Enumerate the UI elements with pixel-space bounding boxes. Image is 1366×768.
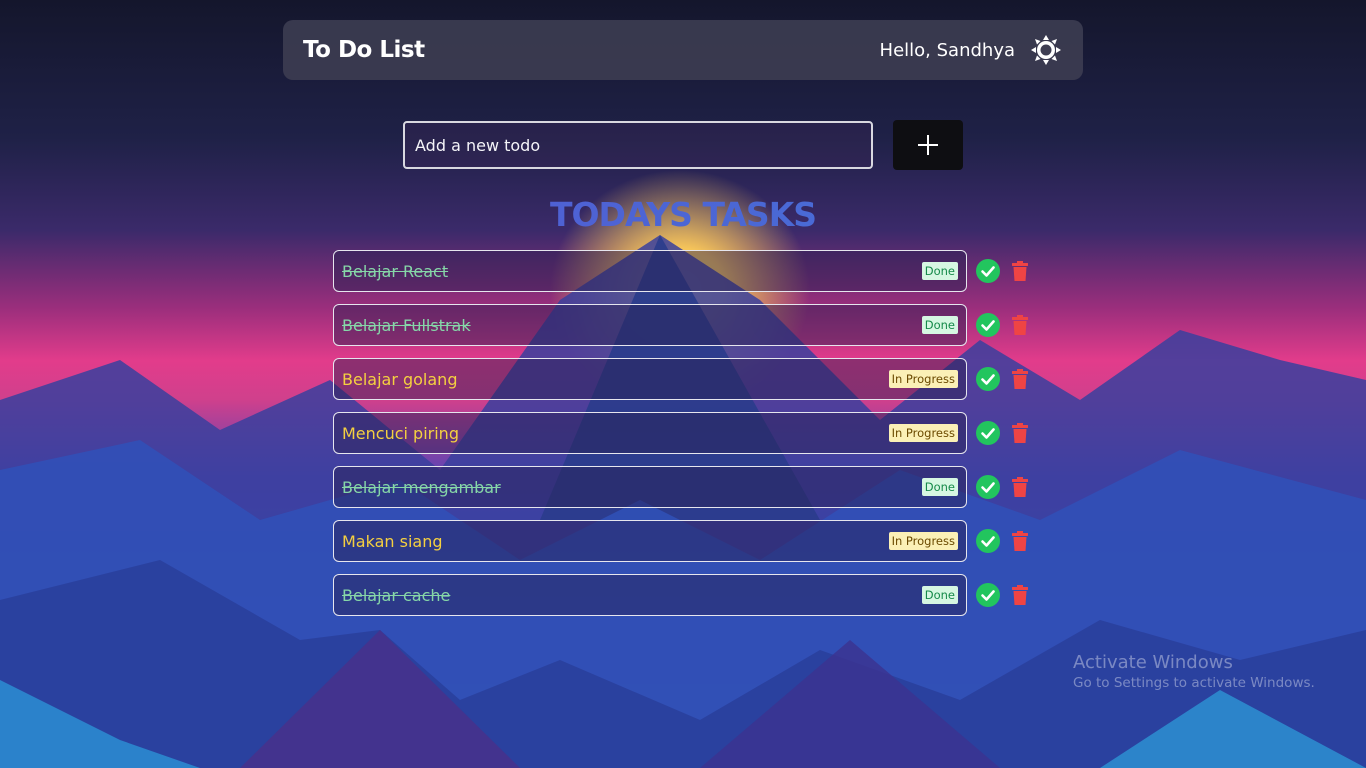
task-item[interactable]: Belajar cache Done: [333, 574, 967, 616]
delete-task-button[interactable]: [1010, 476, 1030, 498]
trash-icon: [1012, 369, 1028, 389]
task-text: Belajar cache: [342, 585, 451, 605]
check-circle-icon: [976, 421, 1000, 445]
check-circle-icon: [976, 583, 1000, 607]
task-row: Belajar golang In Progress: [333, 358, 1030, 400]
task-row: Belajar cache Done: [333, 574, 1030, 616]
check-circle-icon: [976, 529, 1000, 553]
task-item[interactable]: Belajar Fullstrak Done: [333, 304, 967, 346]
activate-windows-watermark: Activate Windows Go to Settings to activ…: [1073, 652, 1315, 691]
task-item[interactable]: Belajar mengambar Done: [333, 466, 967, 508]
trash-icon: [1012, 477, 1028, 497]
task-row: Belajar Fullstrak Done: [333, 304, 1030, 346]
status-badge: In Progress: [888, 370, 958, 388]
complete-task-button[interactable]: [975, 312, 1001, 338]
task-text: Mencuci piring: [342, 423, 459, 443]
status-badge: In Progress: [888, 424, 958, 442]
complete-task-button[interactable]: [975, 420, 1001, 446]
task-text: Belajar mengambar: [342, 477, 501, 497]
check-circle-icon: [976, 259, 1000, 283]
theme-toggle-button[interactable]: [1029, 33, 1063, 67]
delete-task-button[interactable]: [1010, 314, 1030, 336]
task-list: Belajar React Done Belajar Fullstrak Don…: [333, 250, 1030, 628]
complete-task-button[interactable]: [975, 366, 1001, 392]
task-row: Belajar React Done: [333, 250, 1030, 292]
sun-icon: [1031, 35, 1061, 65]
trash-icon: [1012, 585, 1028, 605]
task-text: Belajar Fullstrak: [342, 315, 471, 335]
task-item[interactable]: Belajar React Done: [333, 250, 967, 292]
delete-task-button[interactable]: [1010, 368, 1030, 390]
task-text: Belajar React: [342, 261, 449, 281]
status-badge: Done: [921, 586, 958, 604]
trash-icon: [1012, 315, 1028, 335]
task-item[interactable]: Belajar golang In Progress: [333, 358, 967, 400]
app-title: To Do List: [303, 37, 425, 63]
complete-task-button[interactable]: [975, 582, 1001, 608]
app-header: To Do List Hello, Sandhya: [283, 20, 1083, 80]
complete-task-button[interactable]: [975, 528, 1001, 554]
plus-icon: [918, 135, 938, 155]
trash-icon: [1012, 423, 1028, 443]
task-item[interactable]: Makan siang In Progress: [333, 520, 967, 562]
delete-task-button[interactable]: [1010, 260, 1030, 282]
user-greeting: Hello, Sandhya: [879, 39, 1015, 61]
trash-icon: [1012, 531, 1028, 551]
watermark-subtitle: Go to Settings to activate Windows.: [1073, 675, 1315, 691]
watermark-title: Activate Windows: [1073, 652, 1233, 673]
new-todo-input[interactable]: [403, 121, 873, 169]
status-badge: Done: [921, 316, 958, 334]
add-todo-button[interactable]: [893, 120, 963, 170]
task-text: Makan siang: [342, 531, 443, 551]
add-todo-form: [403, 120, 963, 170]
task-row: Makan siang In Progress: [333, 520, 1030, 562]
complete-task-button[interactable]: [975, 258, 1001, 284]
status-badge: Done: [921, 262, 958, 280]
check-circle-icon: [976, 475, 1000, 499]
delete-task-button[interactable]: [1010, 530, 1030, 552]
complete-task-button[interactable]: [975, 474, 1001, 500]
status-badge: Done: [921, 478, 958, 496]
task-item[interactable]: Mencuci piring In Progress: [333, 412, 967, 454]
check-circle-icon: [976, 313, 1000, 337]
check-circle-icon: [976, 367, 1000, 391]
delete-task-button[interactable]: [1010, 584, 1030, 606]
header-right: Hello, Sandhya: [880, 33, 1063, 67]
delete-task-button[interactable]: [1010, 422, 1030, 444]
task-row: Belajar mengambar Done: [333, 466, 1030, 508]
trash-icon: [1012, 261, 1028, 281]
section-title: TODAYS TASKS: [0, 195, 1366, 234]
status-badge: In Progress: [888, 532, 958, 550]
task-row: Mencuci piring In Progress: [333, 412, 1030, 454]
task-text: Belajar golang: [342, 369, 458, 389]
